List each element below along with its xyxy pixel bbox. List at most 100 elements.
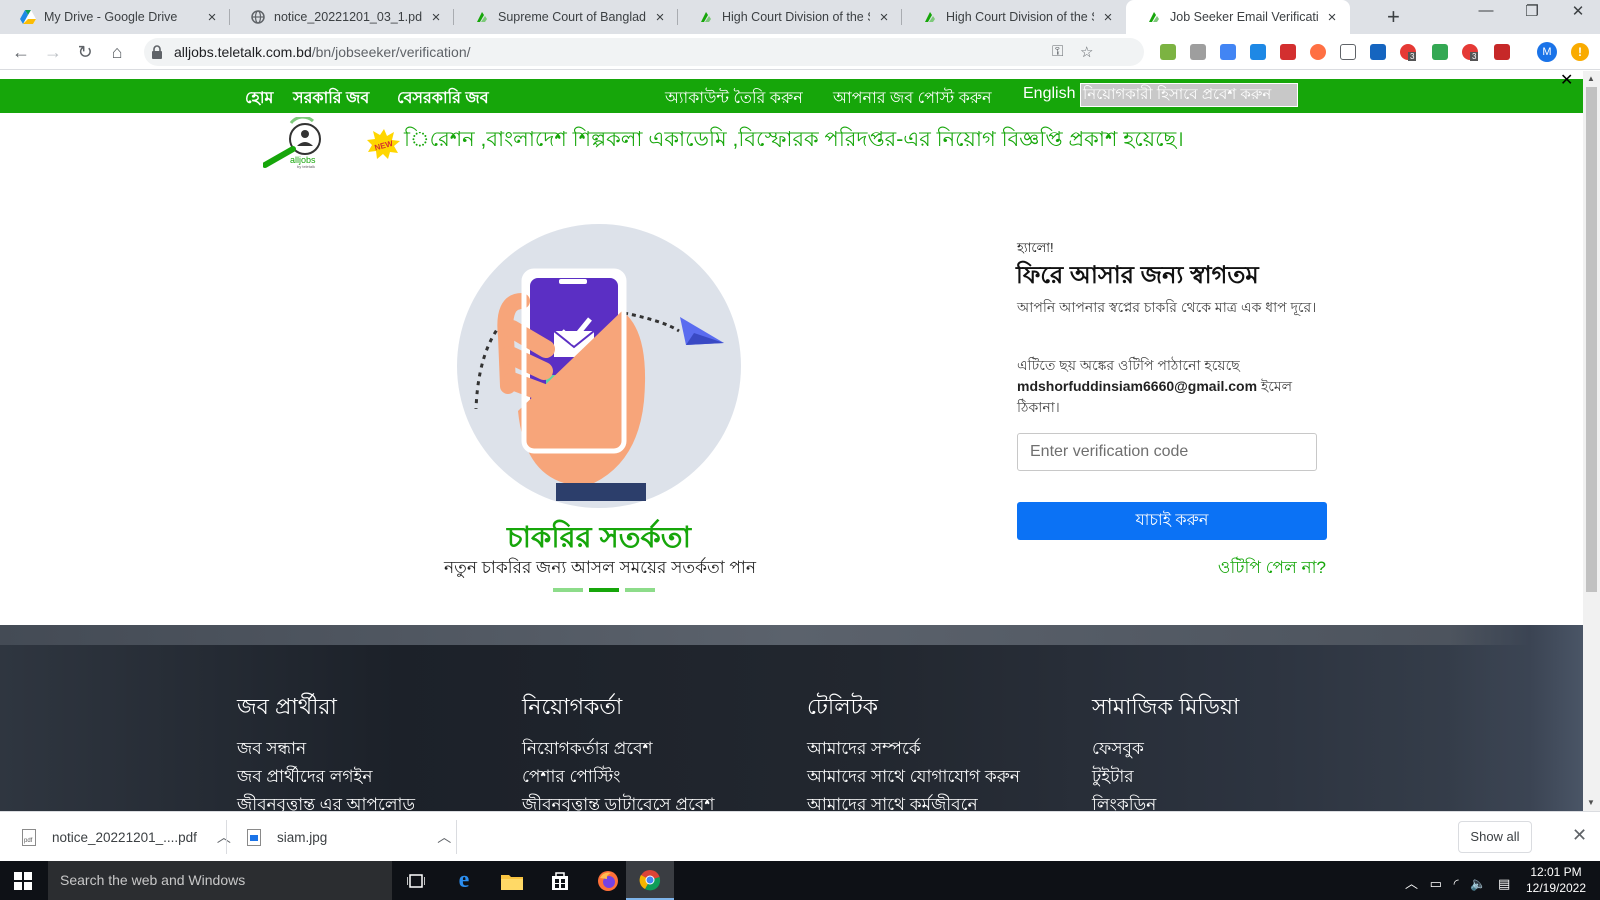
nav-home[interactable]: হোম [245,85,273,112]
close-tab-icon[interactable]: × [428,9,444,26]
footer-link-twitter[interactable]: টুইটার [1092,763,1239,791]
close-window-icon[interactable]: ✕ [1555,2,1600,20]
footer-link[interactable]: জব প্রার্থীদের লগইন [237,763,415,791]
carousel-dot[interactable] [553,588,583,592]
page-scrollbar[interactable]: ▲ ▼ [1583,71,1600,811]
extension-badge: 3 [1470,52,1479,61]
carousel-dot-active[interactable] [589,588,619,592]
footer-link[interactable]: আমাদের সম্পর্কে [807,735,1020,763]
footer-link[interactable]: জব সন্ধান [237,735,415,763]
edge-browser-icon[interactable]: e [440,861,488,900]
firefox-icon[interactable] [584,861,632,900]
extension-icon[interactable] [1494,44,1510,60]
verification-code-input[interactable] [1017,433,1317,471]
close-downloads-icon[interactable]: ✕ [1572,825,1587,846]
chevron-up-icon[interactable]: ︿ [437,827,451,847]
carousel-dot[interactable] [625,588,655,592]
footer-link[interactable]: নিয়োগকর্তার প্রবেশ [522,735,714,763]
profile-avatar[interactable]: M [1537,42,1557,62]
show-hidden-icons-icon[interactable]: ︿ [1405,876,1418,891]
close-tab-icon[interactable]: × [1100,9,1116,26]
close-tab-icon[interactable]: × [876,9,892,26]
volume-icon[interactable]: 🔈 [1470,876,1486,891]
resend-otp-link[interactable]: ওটিপি পেল না? [1150,555,1326,583]
browser-tab-strip: My Drive - Google Drive × notice_2022120… [0,0,1600,34]
file-explorer-icon[interactable] [488,861,536,900]
lock-icon [152,45,162,59]
home-icon[interactable]: ⌂ [105,40,129,64]
nav-post-job[interactable]: আপনার জব পোস্ট করুন [833,85,992,112]
restore-window-icon[interactable]: ❐ [1509,2,1555,20]
store-icon[interactable] [536,861,584,900]
task-view-icon[interactable] [392,861,440,900]
footer-link-linkedin[interactable]: লিংকডিন [1092,791,1239,811]
close-tab-icon[interactable]: × [652,9,668,26]
scrollbar-thumb[interactable] [1586,87,1597,592]
bd-court-icon [1146,9,1162,25]
verify-button[interactable]: যাচাই করুন [1017,502,1327,540]
extension-icon[interactable] [1370,44,1386,60]
close-tab-icon[interactable]: × [204,9,220,26]
extension-icon[interactable]: 3 [1462,44,1479,61]
camera-extension-icon[interactable] [1190,44,1206,60]
new-tab-button[interactable]: + [1387,4,1400,30]
nav-private-jobs[interactable]: বেসরকারি জব [397,85,489,112]
otp-sent-prefix: এটিতে ছয় অঙ্কের ওটিপি পাঠানো হয়েছে [1017,357,1240,373]
minimize-window-icon[interactable]: — [1463,2,1509,19]
footer-link[interactable]: জীবনবৃত্তান্ত এর আপলোড [237,791,415,811]
nav-english[interactable]: English [1023,85,1075,103]
browser-tab[interactable]: High Court Division of the Sup × [902,0,1126,34]
news-ticker[interactable]: িরেশন ,বাংলাদেশ শিল্পকলা একাডেমি ,বিস্ফো… [404,123,1184,158]
extension-icon[interactable] [1160,44,1176,60]
download-item[interactable]: siam.jpg ︿ [247,812,451,862]
nav-employer-login-button[interactable]: নিয়োগকারী হিসাবে প্রবেশ করুন [1080,83,1298,107]
video-extension-icon[interactable] [1280,44,1296,60]
translate-extension-icon[interactable] [1220,44,1236,60]
download-item[interactable]: pdf notice_20221201_....pdf ︿ [22,812,231,862]
footer-link[interactable]: জীবনবৃত্তান্ত ডাটাবেসে প্রবেশ [522,791,714,811]
pdf-file-icon: pdf [22,828,36,846]
reload-icon[interactable]: ↻ [73,40,97,64]
wifi-icon[interactable]: ◜ [1454,876,1459,891]
browser-tab[interactable]: notice_20221201_03_1.pdf × [230,0,454,34]
battery-icon[interactable]: ▭ [1430,876,1442,891]
code-extension-icon[interactable] [1340,44,1356,60]
forward-arrow-icon[interactable]: → [41,40,65,64]
extension-icon[interactable]: 3 [1400,44,1417,61]
extension-icon[interactable] [1250,44,1266,60]
bookmark-star-icon[interactable]: ☆ [1080,43,1093,61]
nav-create-account[interactable]: অ্যাকাউন্ট তৈরি করুন [665,85,803,112]
scroll-up-icon[interactable]: ▲ [1587,74,1595,83]
address-bar[interactable]: alljobs.teletalk.com.bd/bn/jobseeker/ver… [144,38,1144,66]
tab-label: Supreme Court of Bangladesh [498,10,646,24]
browser-tab[interactable]: My Drive - Google Drive × [0,0,230,34]
notifications-icon[interactable]: ▤ [1498,876,1510,891]
system-tray[interactable]: ︿ ▭ ◜ 🔈 ▤ [1405,873,1510,892]
show-all-downloads-button[interactable]: Show all [1458,821,1532,853]
back-arrow-icon[interactable]: ← [9,40,33,64]
browser-tab[interactable]: High Court Division of the Sup × [678,0,902,34]
footer-link[interactable]: আমাদের সাথে কর্মজীবনে [807,791,1020,811]
key-icon[interactable]: ⚿ [1052,43,1063,60]
taskbar-search-box[interactable]: Search the web and Windows [48,861,392,900]
taskbar-clock[interactable]: 12:01 PM 12/19/2022 [1520,864,1592,896]
footer-column-title: সামাজিক মিডিয়া [1092,694,1240,719]
google-drive-extension-icon[interactable] [1432,44,1448,60]
browser-tab-active[interactable]: Job Seeker Email Verification × [1126,0,1350,34]
url-path: /bn/jobseeker/verification/ [311,44,471,60]
close-tab-icon[interactable]: × [1324,9,1340,26]
nav-govt-jobs[interactable]: সরকারি জব [293,85,369,112]
globe-icon [250,9,266,25]
footer-link[interactable]: পেশার পোস্টিং [522,763,714,791]
windows-start-icon[interactable] [14,872,32,890]
browser-tab[interactable]: Supreme Court of Bangladesh × [454,0,678,34]
scroll-down-icon[interactable]: ▼ [1587,798,1595,807]
chrome-menu-update-icon[interactable]: ! [1571,43,1589,61]
chrome-icon[interactable] [626,861,674,900]
footer-link-facebook[interactable]: ফেসবুক [1092,735,1239,763]
extension-icon[interactable] [1310,44,1326,60]
chevron-up-icon[interactable]: ︿ [217,827,231,847]
alljobs-logo[interactable]: alljobs by teletalk [262,115,333,169]
footer-link[interactable]: আমাদের সাথে যোগাযোগ করুন [807,763,1020,791]
close-icon[interactable]: ✕ [1560,70,1573,90]
